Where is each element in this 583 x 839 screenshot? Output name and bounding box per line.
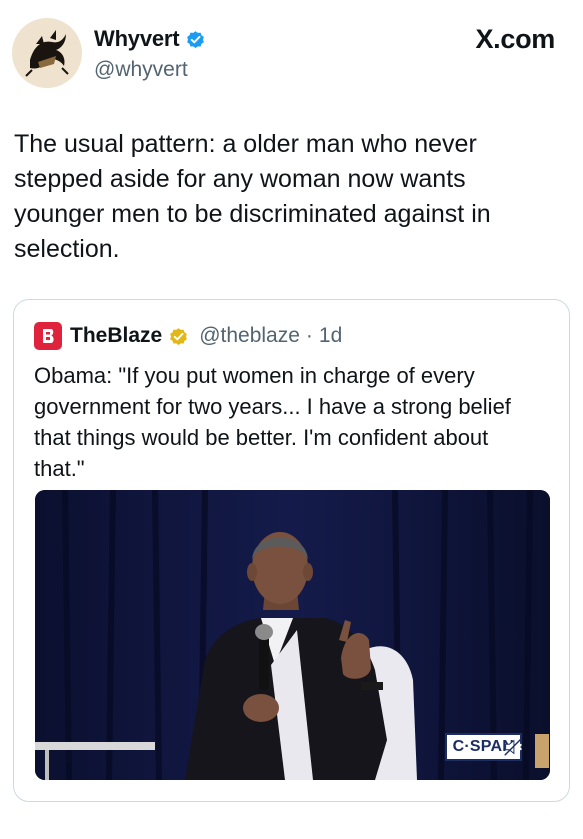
gold-verified-badge-icon bbox=[170, 327, 188, 345]
quoted-timestamp[interactable]: 1d bbox=[319, 324, 342, 348]
author-avatar[interactable] bbox=[12, 18, 82, 88]
dragon-emblem-icon bbox=[16, 22, 78, 84]
quoted-tweet-card[interactable]: TheBlaze @theblaze · 1d Obama: "If you p… bbox=[13, 299, 570, 802]
tweet-header: Whyvert @whyvert X.com bbox=[0, 0, 583, 100]
blaze-logo-icon bbox=[43, 329, 54, 343]
quoted-video-player[interactable]: C·SPAN bbox=[35, 490, 550, 780]
author-handle[interactable]: @whyvert bbox=[94, 58, 188, 82]
separator-dot: · bbox=[305, 324, 313, 347]
tweet-text: The usual pattern: a older man who never… bbox=[14, 130, 491, 263]
quoted-tweet-text: Obama: "If you put women in charge of ev… bbox=[34, 363, 511, 481]
quoted-author-avatar[interactable] bbox=[34, 322, 62, 350]
quoted-handle[interactable]: @theblaze bbox=[199, 324, 300, 348]
site-logo: X.com bbox=[475, 24, 555, 54]
quoted-display-name[interactable]: TheBlaze bbox=[70, 324, 162, 348]
author-display-name[interactable]: Whyvert bbox=[94, 26, 180, 52]
verified-badge-icon bbox=[187, 30, 205, 48]
muted-speaker-icon[interactable] bbox=[502, 736, 524, 758]
author-name-row[interactable]: Whyvert bbox=[94, 26, 206, 52]
quoted-tweet-header: TheBlaze @theblaze · 1d bbox=[34, 322, 342, 350]
